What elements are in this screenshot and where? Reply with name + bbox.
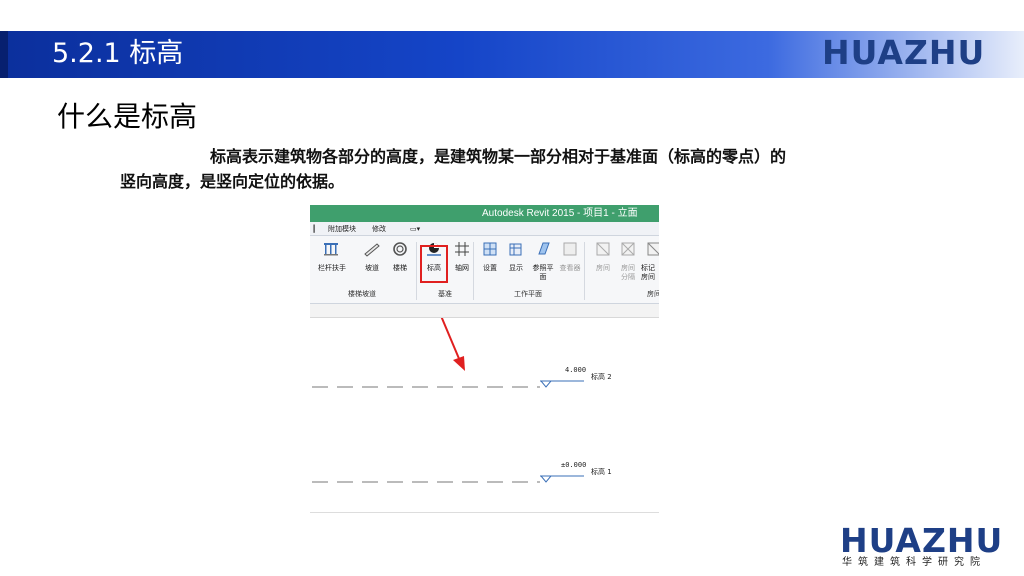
ribbon-tab-bar: ┃ 附加模块 修改 ▭▾ (310, 222, 659, 236)
group-label-datum: 基准 (438, 290, 452, 298)
revit-title-bar: Autodesk Revit 2015 - 项目1 - 立面 (310, 205, 659, 222)
room-separator-label: 房间分隔 (621, 264, 635, 281)
room-icon (596, 242, 610, 256)
viewer-button[interactable]: 查看器 (557, 240, 583, 273)
workplane-set-icon (483, 242, 497, 256)
room-separator-button[interactable]: 房间分隔 (615, 240, 641, 282)
ref-plane-label: 参照平面 (532, 264, 554, 281)
pointer-arrow-head (453, 356, 465, 371)
slide-title: 5.2.1 标高 (52, 38, 184, 69)
grid-icon (455, 242, 469, 256)
ref-plane-icon (538, 242, 550, 255)
tab-edge: ┃ (312, 225, 317, 233)
room-separator-icon (621, 242, 635, 256)
workplane-show-button[interactable]: 显示 (503, 240, 529, 273)
revit-screenshot: Autodesk Revit 2015 - 项目1 - 立面 ┃ 附加模块 修改… (310, 205, 659, 513)
room-button[interactable]: 房间 (590, 240, 616, 273)
group-label-room: 房间 (647, 290, 659, 298)
options-bar (310, 304, 659, 318)
grid-label: 轴网 (455, 264, 469, 272)
railing-button[interactable]: 栏杆扶手 (318, 240, 346, 273)
definition-paragraph: 标高表示建筑物各部分的高度，是建筑物某一部分相对于基准面（标高的零点）的竖向高度… (120, 147, 787, 191)
level-head-triangle (539, 380, 553, 388)
tag-room-button[interactable]: 标记房间 (641, 240, 659, 282)
header-logo: HUAZHU (822, 33, 986, 72)
tag-room-label: 标记房间 (641, 264, 655, 281)
railing-label: 栏杆扶手 (318, 264, 346, 272)
level-button-highlight (420, 245, 448, 283)
grid-button[interactable]: 轴网 (449, 240, 475, 273)
ribbon-separator (584, 242, 585, 300)
workplane-show-icon (509, 243, 522, 256)
group-label-stairs-ramp: 楼梯坡道 (348, 290, 376, 298)
level-1-name: 标高 1 (591, 468, 612, 476)
footer-logo-subtitle: 华筑建筑科学研究院 (842, 557, 986, 568)
ramp-label: 坡道 (365, 264, 379, 272)
tab-modify[interactable]: 修改 (372, 224, 386, 234)
workplane-set-button[interactable]: 设置 (477, 240, 503, 273)
viewer-icon (563, 242, 577, 256)
level-2-elevation: 4.000 (565, 366, 587, 374)
ribbon-panel: 栏杆扶手 坡道 楼梯 标高 轴网 设置 显示 参照平面 查看器 房间 房间分隔 … (310, 236, 659, 304)
header-accent (0, 31, 8, 78)
stair-button[interactable]: 楼梯 (387, 240, 413, 273)
workplane-set-label: 设置 (483, 264, 497, 272)
elevation-view-canvas (312, 318, 584, 483)
stair-label: 楼梯 (393, 264, 407, 272)
level-1-elevation: ±0.000 (561, 461, 587, 469)
ramp-button[interactable]: 坡道 (359, 240, 385, 273)
workplane-show-label: 显示 (509, 264, 523, 272)
quick-access-dropdown-icon[interactable]: ▭▾ (410, 224, 420, 234)
level-head-triangle (539, 475, 553, 483)
ref-plane-button[interactable]: 参照平面 (530, 240, 556, 282)
viewer-label: 查看器 (559, 264, 581, 272)
tab-addins[interactable]: 附加模块 (328, 224, 356, 234)
group-label-workplane: 工作平面 (514, 290, 542, 298)
section-heading: 什么是标高 (57, 100, 198, 133)
revit-window-title: Autodesk Revit 2015 - 项目1 - 立面 (482, 208, 638, 219)
ribbon-separator (473, 242, 474, 300)
level-2-name: 标高 2 (591, 373, 612, 381)
tag-room-icon (647, 242, 659, 256)
pointer-arrow-shaft (440, 318, 461, 362)
railing-icon (324, 243, 338, 256)
ribbon-separator (416, 242, 417, 300)
footer-logo: HUAZHU (840, 521, 1004, 560)
stair-icon (393, 242, 407, 256)
room-label: 房间 (596, 264, 610, 272)
ramp-icon (364, 243, 380, 257)
